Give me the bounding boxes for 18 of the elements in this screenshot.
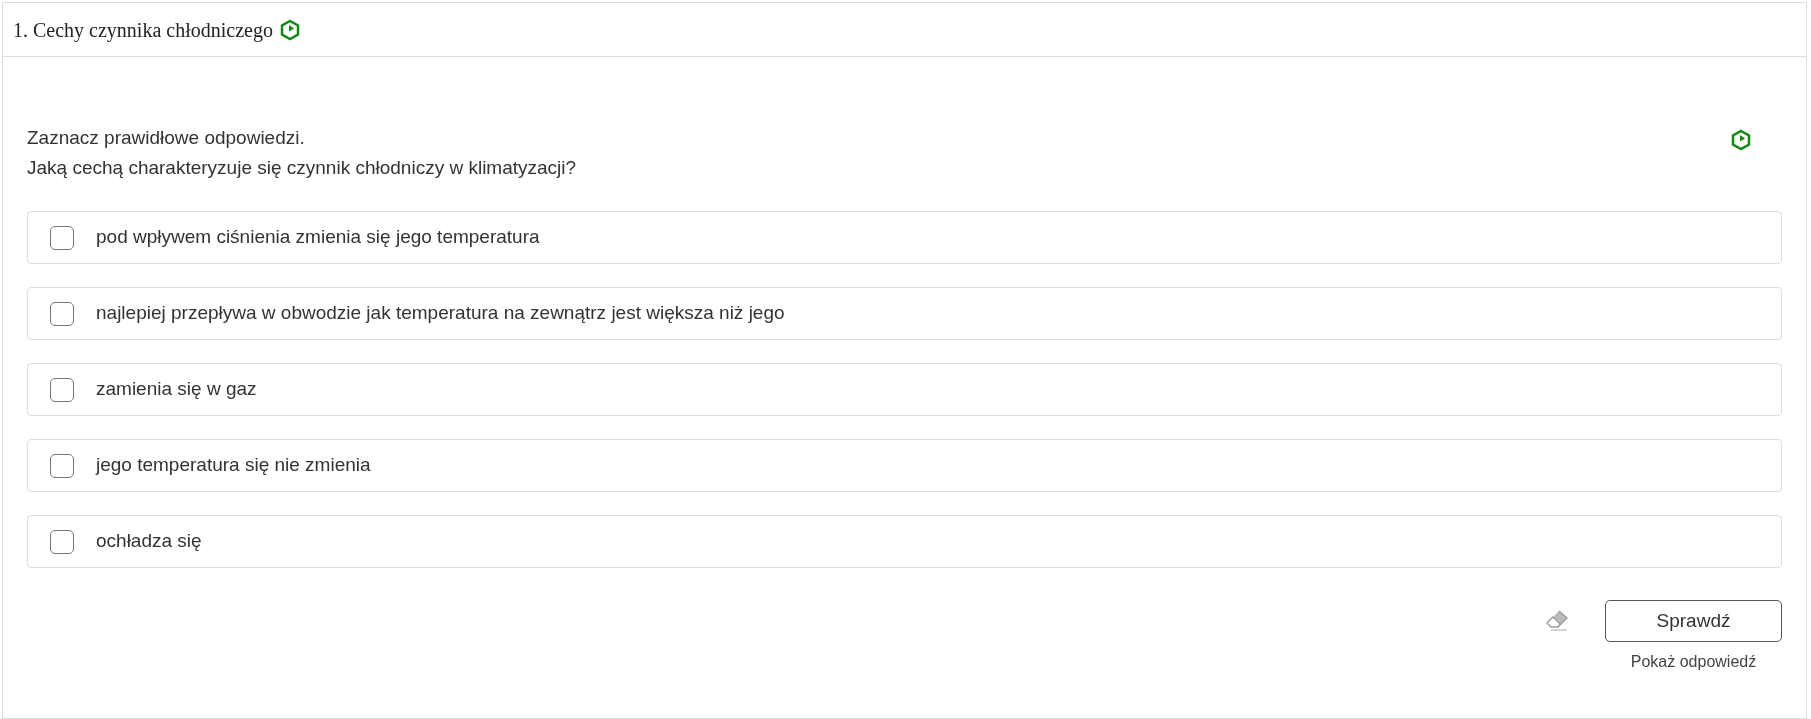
hexagon-play-icon [1730, 129, 1752, 151]
answer-option[interactable]: ochładza się [27, 515, 1782, 568]
show-answer-link[interactable]: Pokaż odpowiedź [1630, 650, 1757, 674]
checkbox[interactable] [50, 377, 74, 402]
hexagon-play-icon [278, 18, 301, 41]
checkbox[interactable] [50, 529, 74, 554]
answer-option[interactable]: pod wpływem ciśnienia zmienia się jego temperatura [27, 211, 1782, 264]
answer-option[interactable]: zamienia się w gaz [27, 363, 1782, 416]
checkbox[interactable] [50, 225, 74, 250]
eraser-icon[interactable] [1545, 608, 1569, 632]
question-text: Zaznacz prawidłowe odpowiedzi. [27, 126, 306, 150]
checkbox[interactable] [50, 453, 74, 478]
answer-option[interactable]: jego temperatura się nie zmienia [27, 439, 1782, 492]
checkbox[interactable] [50, 301, 74, 326]
question-text: Jaką cechą charakteryzuje się czynnik chłodniczy w klimatyzacji? [27, 156, 577, 180]
check-button[interactable]: Sprawdź [1605, 600, 1782, 642]
answer-option[interactable]: najlepiej przepływa w obwodzie jak temperatura na zewnątrz jest większa niż jego [27, 287, 1782, 340]
section-title: 1. Cechy czynnika chłodniczego [13, 17, 273, 44]
